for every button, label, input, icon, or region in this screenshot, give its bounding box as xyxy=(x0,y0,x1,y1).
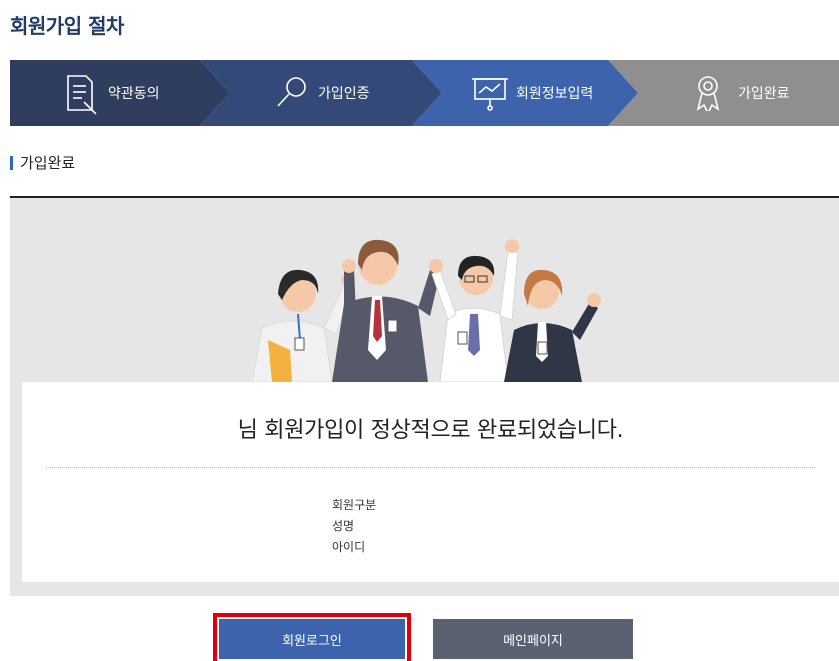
step-label-terms: 약관동의 xyxy=(108,86,160,102)
card-divider xyxy=(46,467,815,468)
section-marker xyxy=(10,155,13,170)
person-woman-right xyxy=(504,269,601,382)
section-title: 가입완료 xyxy=(20,154,76,172)
person-man-glasses xyxy=(429,239,519,382)
step-label-member-info: 회원정보입력 xyxy=(516,86,593,102)
person-man-center xyxy=(332,239,440,382)
step-label-complete: 가입완료 xyxy=(738,86,790,102)
step-complete xyxy=(608,60,839,126)
member-info-list: 회원구분 성명 아이디 xyxy=(332,495,376,558)
page-title: 회원가입 절차 xyxy=(10,14,124,38)
info-label-user-id: 아이디 xyxy=(332,540,366,554)
result-card: 님 회원가입이 정상적으로 완료되었습니다. 회원구분 성명 아이디 xyxy=(22,382,839,582)
info-label-member-type: 회원구분 xyxy=(332,498,377,512)
member-login-button[interactable]: 회원로그인 xyxy=(213,613,411,661)
main-page-button[interactable]: 메인페이지 xyxy=(433,619,633,659)
step-label-verification: 가입인증 xyxy=(318,86,370,102)
signup-steps: 약관동의 가입인증 회원정보입력 가입완료 xyxy=(10,60,839,126)
section-heading: 가입완료 xyxy=(10,152,75,173)
celebrating-people-illustration xyxy=(251,239,601,382)
info-label-name: 성명 xyxy=(332,519,355,533)
completion-message: 님 회원가입이 정상적으로 완료되었습니다. xyxy=(237,418,624,443)
